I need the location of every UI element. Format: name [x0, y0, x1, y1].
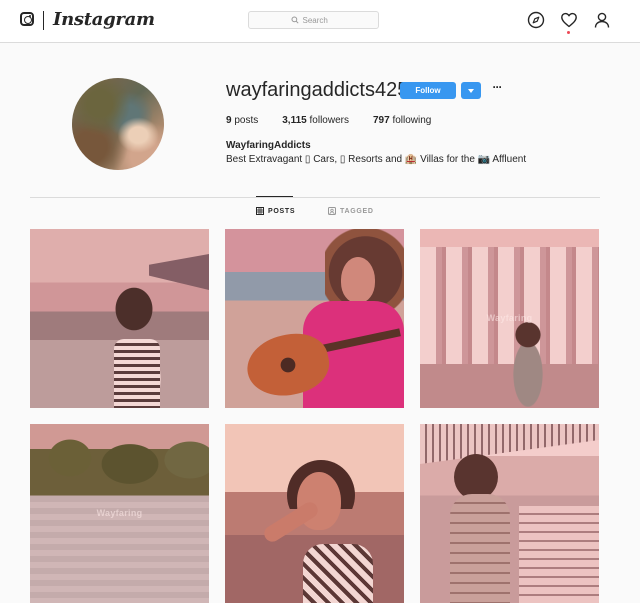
tab-tagged-label: TAGGED [340, 207, 374, 215]
top-nav-bar: Instagram [0, 0, 640, 43]
compass-icon[interactable] [527, 11, 545, 29]
posts-label: posts [234, 115, 259, 126]
caret-down-icon [468, 88, 474, 93]
tab-divider [30, 197, 600, 198]
following-label: following [392, 115, 432, 126]
tab-posts[interactable]: POSTS [256, 207, 295, 215]
profile-avatar[interactable] [72, 78, 164, 170]
notification-dot [567, 31, 570, 34]
photo-detail [341, 257, 375, 303]
photo-detail [519, 506, 599, 603]
camera-icon[interactable] [20, 12, 34, 26]
photo-detail [303, 544, 373, 603]
profile-full-name: WayfaringAddicts [226, 140, 311, 151]
nav-divider [43, 11, 44, 30]
followers-stat[interactable]: 3,115 followers [282, 115, 349, 126]
heart-icon[interactable] [560, 11, 578, 29]
photo-detail [149, 254, 209, 290]
photo-detail [420, 424, 599, 464]
follow-button[interactable]: Follow [400, 82, 456, 99]
tab-tagged[interactable]: TAGGED [328, 207, 374, 215]
tab-posts-label: POSTS [268, 207, 296, 215]
post-thumbnail[interactable] [30, 229, 209, 408]
post-thumbnail[interactable] [225, 229, 404, 408]
posts-count: 9 [226, 115, 232, 126]
instagram-wordmark[interactable]: Instagram [53, 9, 155, 30]
posts-stat: 9 posts [226, 115, 258, 126]
grid-icon [256, 207, 264, 215]
post-thumbnail[interactable]: Wayfaring [30, 424, 209, 603]
photo-detail [114, 339, 160, 408]
followers-count: 3,115 [282, 115, 307, 126]
tag-icon [328, 207, 336, 215]
search-box[interactable] [248, 11, 379, 29]
photo-watermark: Wayfaring [486, 313, 533, 323]
more-options-button[interactable]: ··· [490, 80, 504, 94]
followers-label: followers [309, 115, 349, 126]
suggested-dropdown-button[interactable] [461, 82, 481, 99]
post-thumbnail[interactable] [225, 424, 404, 603]
photo-detail [450, 494, 510, 603]
photo-detail [504, 321, 552, 407]
search-input[interactable] [302, 15, 337, 25]
search-icon [290, 16, 299, 24]
profile-stats: 9 posts 3,115 followers 797 following [226, 115, 455, 126]
post-thumbnail[interactable] [420, 424, 599, 603]
following-stat[interactable]: 797 following [373, 115, 431, 126]
photo-watermark: Wayfaring [96, 508, 143, 518]
profile-bio: Best Extravagant ▯ Cars, ▯ Resorts and 🏨… [226, 154, 527, 165]
user-icon[interactable] [593, 11, 611, 29]
active-tab-indicator [256, 196, 293, 197]
following-count: 797 [372, 115, 390, 126]
post-thumbnail[interactable]: Wayfaring [420, 229, 599, 408]
